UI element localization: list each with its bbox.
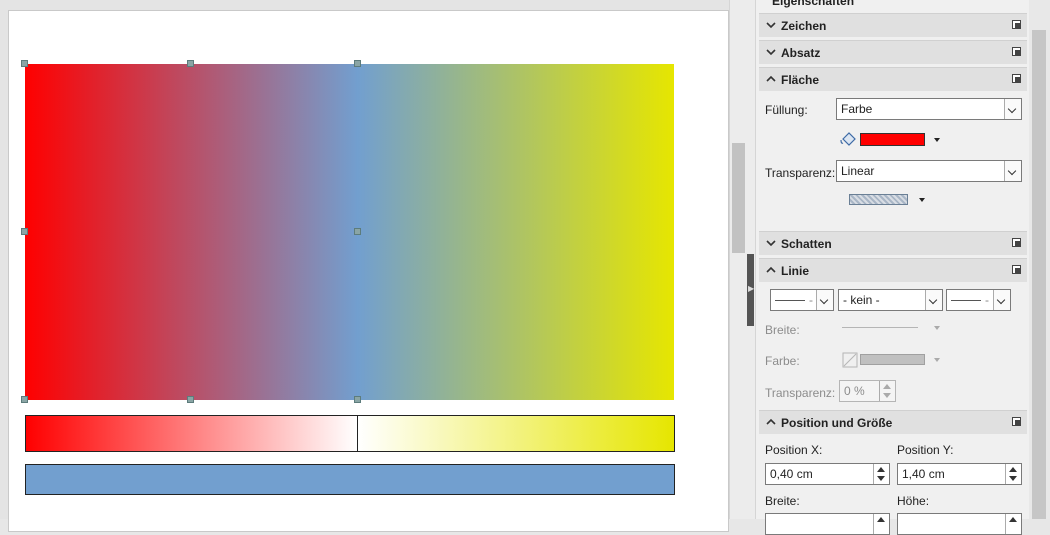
position-y-input[interactable]: 1,40 cm — [897, 463, 1022, 485]
spin-buttons[interactable] — [879, 381, 895, 401]
blue-bar-shape[interactable] — [25, 464, 675, 495]
chevron-down-icon — [766, 240, 776, 247]
dropdown-arrow-icon[interactable] — [925, 290, 942, 310]
transparency-gradient-preview[interactable] — [849, 194, 908, 205]
spin-buttons[interactable] — [1005, 464, 1021, 484]
properties-sidebar: Eigenschaften Zeichen Absatz Fläche Füll… — [755, 0, 1029, 535]
section-title: Schatten — [781, 237, 832, 251]
section-title: Zeichen — [781, 19, 827, 33]
transparency-gradient-dropdown-icon[interactable] — [919, 198, 925, 202]
line-width-label: Breite: — [765, 323, 800, 337]
two-gradient-bar-shape[interactable] — [25, 415, 675, 452]
position-y-label: Position Y: — [897, 443, 954, 457]
line-color-icon — [842, 352, 858, 368]
slide-page[interactable] — [8, 10, 729, 532]
section-title: Linie — [781, 264, 810, 278]
section-header-flaeche[interactable]: Fläche — [759, 67, 1027, 91]
height-label: Höhe: — [897, 494, 930, 508]
dropdown-arrow-icon[interactable] — [993, 290, 1010, 310]
deck-title: Eigenschaften — [772, 0, 855, 8]
spin-buttons[interactable] — [1005, 514, 1021, 534]
red-white-gradient-segment[interactable] — [26, 416, 358, 451]
chevron-down-icon — [766, 49, 776, 56]
selection-handle-middle-left[interactable] — [21, 228, 28, 235]
line-preview — [775, 300, 805, 301]
line-style-value: - kein - — [843, 293, 880, 307]
selection-handle-top-left[interactable] — [21, 60, 28, 67]
line-color-swatch[interactable] — [860, 354, 925, 365]
more-options-icon[interactable] — [1012, 265, 1021, 274]
position-x-input[interactable]: 0,40 cm — [765, 463, 890, 485]
position-y-value: 1,40 cm — [902, 467, 945, 481]
selection-handle-bottom-right[interactable] — [354, 396, 361, 403]
selection-handle-top-right[interactable] — [354, 60, 361, 67]
document-vertical-scrollbar[interactable] — [729, 0, 747, 519]
transparency-label: Transparenz: — [765, 166, 836, 180]
selection-handle-center[interactable] — [354, 228, 361, 235]
line-transparency-value: 0 % — [844, 384, 865, 398]
chevron-up-icon — [766, 266, 776, 273]
white-yellow-gradient-segment[interactable] — [358, 416, 674, 451]
document-scroll-thumb[interactable] — [732, 143, 745, 253]
width-label: Breite: — [765, 494, 800, 508]
fill-type-value: Farbe — [841, 102, 873, 116]
line-color-label: Farbe: — [765, 354, 800, 368]
line-transparency-spin[interactable]: 0 % — [839, 380, 896, 402]
collapse-arrow-icon: ▶ — [748, 284, 755, 293]
selection-handle-bottom-left[interactable] — [21, 396, 28, 403]
section-header-schatten[interactable]: Schatten — [759, 231, 1027, 255]
fill-type-select[interactable]: Farbe — [836, 98, 1022, 120]
dropdown-arrow-icon[interactable] — [1004, 99, 1021, 119]
chevron-up-icon — [766, 418, 776, 425]
spin-buttons[interactable] — [873, 464, 889, 484]
gradient-rectangle-shape[interactable] — [25, 64, 674, 400]
fill-label: Füllung: — [765, 103, 808, 117]
line-width-preview[interactable] — [842, 327, 918, 328]
height-input[interactable] — [897, 513, 1022, 535]
arrow-start-value: - — [809, 293, 813, 307]
fill-color-dropdown-icon[interactable] — [934, 138, 940, 142]
position-x-value: 0,40 cm — [770, 467, 813, 481]
section-title: Absatz — [781, 46, 821, 60]
more-options-icon[interactable] — [1012, 74, 1021, 83]
arrow-end-value: - — [985, 293, 989, 307]
more-options-icon[interactable] — [1012, 238, 1021, 247]
dropdown-arrow-icon[interactable] — [1004, 161, 1021, 181]
line-style-select[interactable]: - kein - — [838, 289, 943, 311]
sidebar-scroll-thumb[interactable] — [1032, 30, 1046, 519]
more-options-icon[interactable] — [1012, 417, 1021, 426]
section-header-position-und-groesse[interactable]: Position und Größe — [759, 410, 1027, 434]
sidebar-vertical-scrollbar[interactable] — [1029, 0, 1050, 519]
selection-handle-bottom-center[interactable] — [187, 396, 194, 403]
sidebar-collapse-handle[interactable]: ▶ — [747, 254, 754, 326]
transparency-type-value: Linear — [841, 164, 875, 178]
fill-color-swatch[interactable] — [860, 133, 925, 146]
selection-handle-top-center[interactable] — [187, 60, 194, 67]
line-color-dropdown-icon[interactable] — [934, 358, 940, 362]
line-arrow-end-select[interactable]: - — [946, 289, 1011, 311]
width-input[interactable] — [765, 513, 890, 535]
more-options-icon[interactable] — [1012, 20, 1021, 29]
transparency-type-select[interactable]: Linear — [836, 160, 1022, 182]
section-header-absatz[interactable]: Absatz — [759, 40, 1027, 64]
spin-buttons[interactable] — [873, 514, 889, 534]
chevron-up-icon — [766, 75, 776, 82]
document-area[interactable] — [0, 0, 747, 532]
section-header-linie[interactable]: Linie — [759, 258, 1027, 282]
section-title: Position und Größe — [781, 416, 893, 430]
paint-bucket-icon — [840, 132, 856, 146]
dropdown-arrow-icon[interactable] — [816, 290, 833, 310]
line-transparency-label: Transparenz: — [765, 386, 836, 400]
line-width-dropdown-icon[interactable] — [934, 326, 940, 330]
line-preview — [951, 300, 981, 301]
section-title: Fläche — [781, 73, 820, 87]
section-header-zeichen[interactable]: Zeichen — [759, 13, 1027, 37]
chevron-down-icon — [766, 22, 776, 29]
line-arrow-start-select[interactable]: - — [770, 289, 834, 311]
more-options-icon[interactable] — [1012, 47, 1021, 56]
position-x-label: Position X: — [765, 443, 823, 457]
